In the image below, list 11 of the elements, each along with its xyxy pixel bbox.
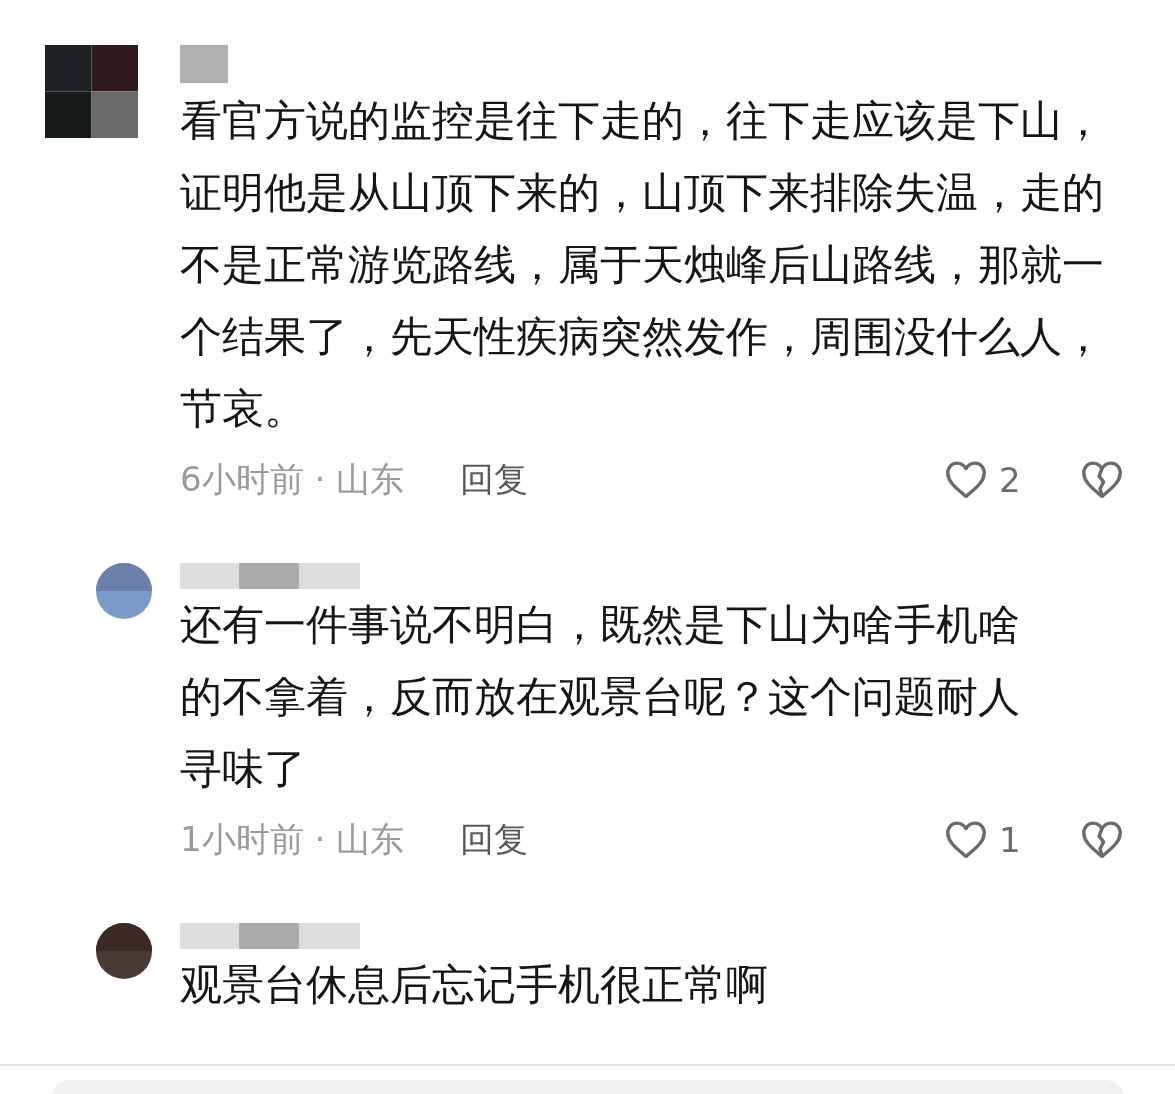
like-count: 1 [999, 820, 1022, 860]
reply-link[interactable]: 回复 [460, 817, 529, 863]
like-count: 2 [999, 460, 1022, 500]
comment-text: 观景台休息后忘记手机很正常啊 [180, 959, 769, 1011]
comment-text: 还有一件事说不明白，既然是下山为啥手机啥的不拿着，反而放在观景台呢？这个问题耐人寻味了 [180, 599, 1020, 795]
comment-meta: 1小时前 · 山东 [180, 818, 405, 861]
reply-link[interactable]: 回复 [460, 457, 529, 503]
redaction-block [180, 45, 228, 83]
comment-meta: 6小时前 · 山东 [180, 458, 405, 501]
comment-text: 看官方说的监控是往下走的，往下走应该是下山，证明他是从山顶下来的，山顶下来排除失温，走的不是正常游览路线，属于天烛峰后山路线，那就一个结果了，先天性疾病突然发作，周围没什么人，节哀。 [180, 95, 1105, 435]
avatar[interactable] [96, 923, 152, 979]
